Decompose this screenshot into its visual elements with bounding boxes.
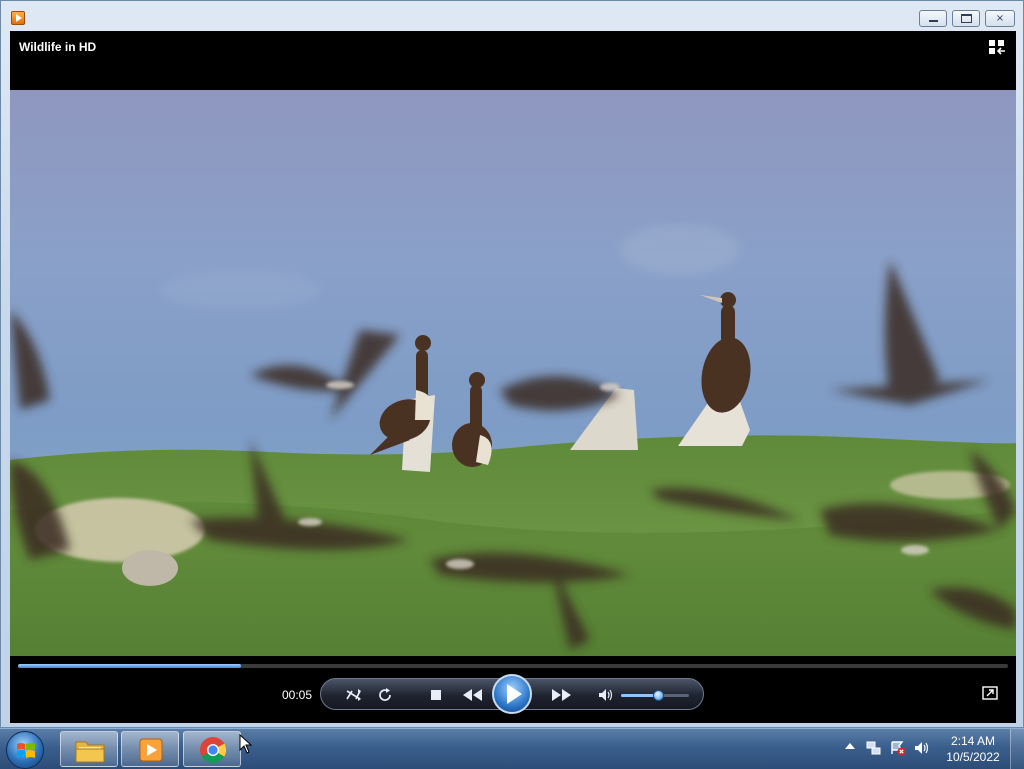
- shuffle-button[interactable]: [343, 685, 365, 705]
- stop-button[interactable]: [425, 685, 447, 705]
- close-button[interactable]: ×: [985, 10, 1015, 27]
- minimize-icon: [928, 20, 938, 22]
- play-button[interactable]: [492, 674, 532, 714]
- shuffle-icon: [346, 689, 361, 701]
- media-player-window: × Wildlife in HD 00:05: [0, 0, 1024, 728]
- windows-explorer-icon: [75, 741, 105, 763]
- windows-logo-icon: [17, 743, 35, 758]
- close-icon: ×: [995, 12, 1005, 24]
- clock-time: 2:14 AM: [950, 734, 996, 748]
- next-button[interactable]: [547, 685, 575, 705]
- restore-icon: [960, 14, 972, 23]
- chrome-icon: [200, 737, 227, 764]
- seek-progress: [18, 664, 241, 668]
- play-icon: [506, 684, 522, 704]
- windows-media-player-icon: [139, 738, 163, 762]
- action-center-icon[interactable]: [890, 740, 906, 756]
- volume-slider[interactable]: [621, 690, 689, 701]
- repeat-button[interactable]: [374, 685, 396, 705]
- minimize-button[interactable]: [919, 10, 947, 27]
- elapsed-time: 00:05: [282, 688, 313, 702]
- maximize-button[interactable]: [952, 10, 980, 27]
- playback-controls: [320, 674, 704, 714]
- mute-button[interactable]: [595, 685, 617, 705]
- switch-to-library-icon[interactable]: [988, 39, 1006, 55]
- start-button[interactable]: [6, 731, 44, 769]
- system-clock[interactable]: 2:14 AM 10/5/2022: [940, 733, 1006, 765]
- taskbar: 2:14 AM 10/5/2022: [0, 728, 1024, 769]
- show-desktop-button[interactable]: [1010, 729, 1024, 769]
- taskbar-explorer-button[interactable]: [60, 731, 118, 767]
- repeat-icon: [379, 688, 391, 701]
- previous-button[interactable]: [459, 685, 487, 705]
- taskbar-media-player-button[interactable]: [121, 731, 179, 767]
- video-scene: [10, 225, 1016, 656]
- clock-date: 10/5/2022: [946, 750, 1000, 764]
- taskbar-chrome-button[interactable]: [183, 731, 241, 767]
- title-bar[interactable]: ×: [1, 1, 1023, 31]
- seek-bar[interactable]: [18, 664, 1008, 668]
- video-frame[interactable]: [10, 90, 1016, 656]
- previous-icon: [463, 689, 482, 701]
- mouse-cursor-icon: [239, 734, 253, 754]
- now-playing-area: Wildlife in HD 00:05: [10, 31, 1016, 723]
- stop-icon: [431, 690, 441, 700]
- volume-icon[interactable]: [914, 740, 930, 756]
- show-hidden-icons-icon[interactable]: [845, 743, 855, 749]
- next-icon: [552, 689, 571, 701]
- volume-icon: [599, 689, 613, 701]
- media-title: Wildlife in HD: [19, 40, 97, 54]
- media-player-icon: [11, 11, 25, 25]
- network-icon[interactable]: [866, 740, 882, 756]
- fullscreen-icon[interactable]: [982, 686, 998, 700]
- volume-knob[interactable]: [653, 690, 665, 701]
